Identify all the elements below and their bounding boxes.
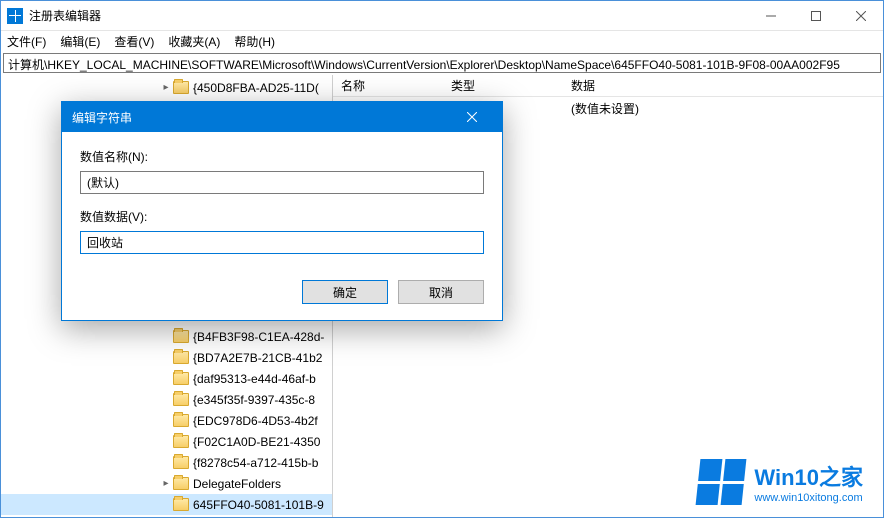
menu-view[interactable]: 查看(V): [114, 33, 154, 50]
title-bar: 注册表编辑器: [1, 1, 883, 31]
expander-icon[interactable]: ▸: [159, 82, 173, 93]
tree-item[interactable]: ▸ {450D8FBA-AD25-11D(: [1, 77, 332, 98]
tree-label: {EDC978D6-4D53-4b2f: [193, 414, 318, 428]
ok-button[interactable]: 确定: [302, 280, 388, 304]
menu-file[interactable]: 文件(F): [7, 33, 46, 50]
column-type[interactable]: 类型: [443, 77, 563, 94]
column-name[interactable]: 名称: [333, 77, 443, 94]
dialog-title: 编辑字符串: [72, 109, 132, 126]
dialog-close-button[interactable]: [452, 102, 492, 132]
window-controls: [748, 1, 883, 31]
folder-icon: [173, 435, 189, 448]
tree-item[interactable]: {EDC978D6-4D53-4b2f: [1, 410, 332, 431]
app-icon: [7, 8, 23, 24]
cancel-button[interactable]: 取消: [398, 280, 484, 304]
tree-item[interactable]: ▸ DelegateFolders: [1, 473, 332, 494]
dialog-title-bar[interactable]: 编辑字符串: [62, 102, 502, 132]
value-name-input[interactable]: [80, 171, 484, 194]
tree-item[interactable]: {F02C1A0D-BE21-4350: [1, 431, 332, 452]
tree-label: 645FFO40-5081-101B-9: [193, 498, 324, 512]
tree-label: {F02C1A0D-BE21-4350: [193, 435, 320, 449]
menu-favorites[interactable]: 收藏夹(A): [168, 33, 220, 50]
window-title: 注册表编辑器: [29, 7, 101, 24]
tree-item[interactable]: {B4FB3F98-C1EA-428d-: [1, 326, 332, 347]
menu-bar: 文件(F) 编辑(E) 查看(V) 收藏夹(A) 帮助(H): [1, 31, 883, 51]
tree-label: {e345f35f-9397-435c-8: [193, 393, 315, 407]
menu-edit[interactable]: 编辑(E): [60, 33, 100, 50]
cell-data: (数值未设置): [563, 100, 883, 117]
value-data-input[interactable]: [80, 231, 484, 254]
dialog-button-row: 确定 取消: [62, 274, 502, 320]
maximize-button[interactable]: [793, 1, 838, 31]
folder-icon: [173, 81, 189, 94]
tree-item-selected[interactable]: 645FFO40-5081-101B-9: [1, 494, 332, 515]
tree-label: {BD7A2E7B-21CB-41b2: [193, 351, 322, 365]
folder-icon: [173, 414, 189, 427]
menu-help[interactable]: 帮助(H): [234, 33, 275, 50]
tree-label: {B4FB3F98-C1EA-428d-: [193, 330, 324, 344]
address-bar[interactable]: 计算机\HKEY_LOCAL_MACHINE\SOFTWARE\Microsof…: [3, 53, 881, 73]
tree-item[interactable]: {BD7A2E7B-21CB-41b2: [1, 347, 332, 368]
tree-label: {f8278c54-a712-415b-b: [193, 456, 318, 470]
tree-label: {450D8FBA-AD25-11D(: [193, 81, 319, 95]
folder-icon: [173, 330, 189, 343]
column-data[interactable]: 数据: [563, 77, 883, 94]
folder-icon: [173, 351, 189, 364]
expander-icon[interactable]: ▸: [159, 478, 173, 489]
edit-string-dialog: 编辑字符串 数值名称(N): 数值数据(V): 确定 取消: [61, 101, 503, 321]
folder-icon: [173, 393, 189, 406]
tree-label: {daf95313-e44d-46af-b: [193, 372, 316, 386]
folder-icon: [173, 456, 189, 469]
tree-item[interactable]: {f8278c54-a712-415b-b: [1, 452, 332, 473]
minimize-button[interactable]: [748, 1, 793, 31]
tree-item[interactable]: {daf95313-e44d-46af-b: [1, 368, 332, 389]
folder-icon: [173, 498, 189, 511]
dialog-body: 数值名称(N): 数值数据(V):: [62, 132, 502, 274]
folder-icon: [173, 372, 189, 385]
list-header: 名称 类型 数据: [333, 75, 883, 97]
value-data-label: 数值数据(V):: [80, 208, 484, 225]
folder-icon: [173, 477, 189, 490]
close-button[interactable]: [838, 1, 883, 31]
tree-item[interactable]: {e345f35f-9397-435c-8: [1, 389, 332, 410]
tree-label: DelegateFolders: [193, 477, 281, 491]
value-name-label: 数值名称(N):: [80, 148, 484, 165]
